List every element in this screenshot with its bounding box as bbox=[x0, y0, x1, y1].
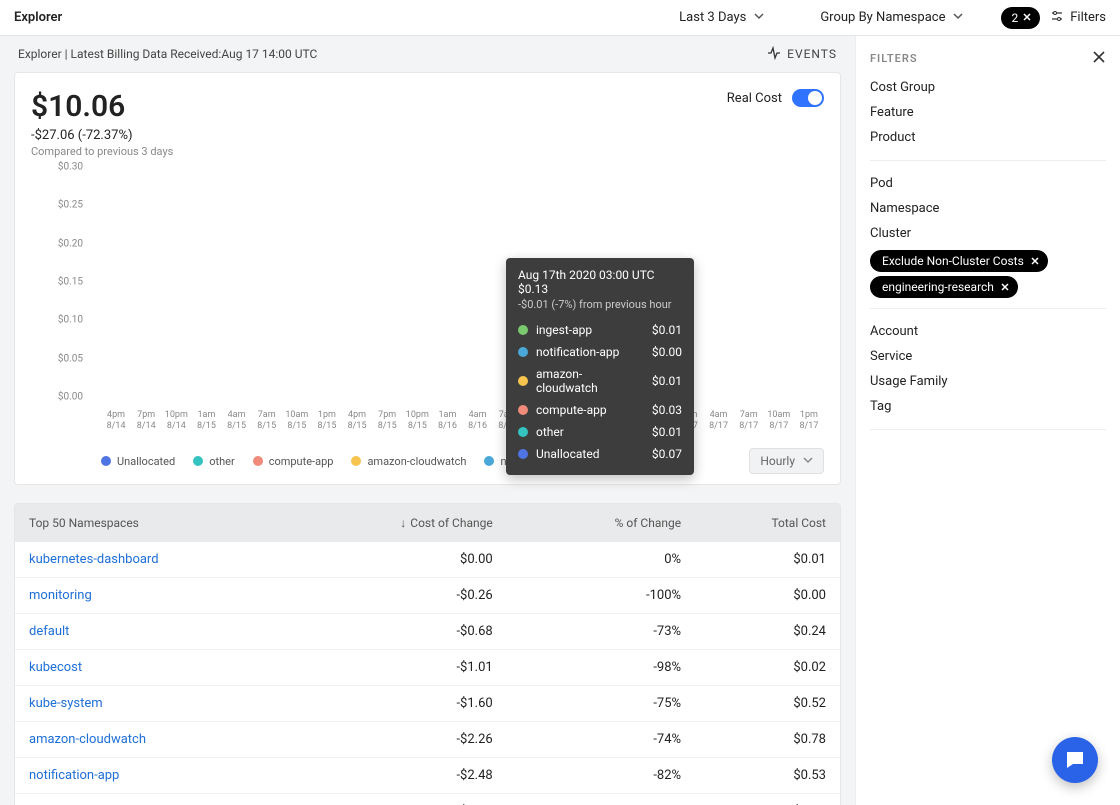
sort-down-icon: ↓ bbox=[400, 516, 406, 530]
cost-chart[interactable]: $0.00$0.05$0.10$0.15$0.20$0.25$0.30 4pm8… bbox=[31, 178, 824, 438]
table-title: Top 50 Namespaces bbox=[29, 516, 348, 530]
sliders-icon bbox=[1050, 9, 1064, 27]
namespaces-table: Top 50 Namespaces ↓ Cost of Change % of … bbox=[14, 503, 841, 805]
legend-item[interactable]: Unallocated bbox=[101, 455, 175, 468]
chart-legend: Unallocated other compute-app amazon-cloudw… bbox=[31, 448, 824, 474]
table-row: Unallocated-$2.72-33%$5.39 bbox=[15, 794, 840, 805]
chevron-down-icon bbox=[803, 454, 813, 468]
legend-item[interactable]: compute-app bbox=[253, 455, 334, 468]
col-cost-of-change[interactable]: ↓ Cost of Change bbox=[348, 516, 493, 530]
filter-count: 2 bbox=[1011, 11, 1018, 25]
table-row: kube-system-$1.60-75%$0.52 bbox=[15, 686, 840, 722]
time-range-value: Last 3 Days bbox=[679, 10, 746, 25]
real-cost-label: Real Cost bbox=[727, 91, 782, 106]
cost-card: Real Cost $10.06 -$27.06 (-72.37%) Compa… bbox=[14, 72, 841, 485]
billing-timestamp: Aug 17 14:00 UTC bbox=[221, 47, 317, 61]
namespace-link[interactable]: monitoring bbox=[29, 588, 348, 603]
filters-label: Filters bbox=[1070, 10, 1106, 25]
table-row: monitoring-$0.26-100%$0.00 bbox=[15, 578, 840, 614]
filter-item[interactable]: Usage Family bbox=[870, 369, 1106, 394]
close-icon bbox=[1022, 11, 1032, 25]
namespace-link[interactable]: kube-system bbox=[29, 696, 348, 711]
chevron-down-icon bbox=[953, 10, 963, 25]
table-row: kubecost-$1.01-98%$0.02 bbox=[15, 650, 840, 686]
time-range-select[interactable]: Last 3 Days bbox=[671, 6, 772, 29]
chart-tooltip: Aug 17th 2020 03:00 UTC $0.13 -$0.01 (-7… bbox=[506, 258, 694, 475]
col-total-cost[interactable]: Total Cost bbox=[681, 516, 826, 530]
namespace-link[interactable]: kubernetes-dashboard bbox=[29, 552, 348, 567]
pulse-icon bbox=[767, 46, 781, 63]
filter-item[interactable]: Namespace bbox=[870, 196, 1106, 221]
filter-item[interactable]: Feature bbox=[870, 100, 1106, 125]
namespace-link[interactable]: amazon-cloudwatch bbox=[29, 732, 348, 747]
total-cost: $10.06 bbox=[31, 89, 824, 124]
filter-item[interactable]: Tag bbox=[870, 394, 1106, 419]
close-filters-button[interactable] bbox=[1092, 50, 1106, 68]
chat-button[interactable] bbox=[1052, 737, 1098, 783]
events-button[interactable]: EVENTS bbox=[767, 46, 837, 63]
filters-panel: FILTERS Cost GroupFeatureProduct PodName… bbox=[855, 36, 1120, 805]
tooltip-total: $0.13 bbox=[518, 282, 682, 296]
table-row: notification-app-$2.48-82%$0.53 bbox=[15, 758, 840, 794]
cost-delta-sub: Compared to previous 3 days bbox=[31, 145, 824, 158]
group-by-select[interactable]: Group By Namespace bbox=[812, 6, 971, 29]
tooltip-delta: -$0.01 (-7%) from previous hour bbox=[518, 298, 682, 311]
x-axis-labels: 4pm8/147pm8/1410pm8/141am8/154am8/157am8… bbox=[101, 410, 824, 438]
granularity-select[interactable]: Hourly bbox=[749, 448, 824, 474]
table-row: kubernetes-dashboard$0.000%$0.01 bbox=[15, 542, 840, 578]
table-row: default-$0.68-73%$0.24 bbox=[15, 614, 840, 650]
cost-delta: -$27.06 (-72.37%) bbox=[31, 128, 824, 143]
events-label: EVENTS bbox=[787, 47, 837, 61]
filter-chip[interactable]: Exclude Non-Cluster Costs bbox=[870, 250, 1048, 272]
breadcrumb: Explorer | Latest Billing Data Received: bbox=[18, 47, 221, 61]
group-by-value: Group By Namespace bbox=[820, 10, 945, 25]
col-pct-of-change[interactable]: % of Change bbox=[493, 516, 681, 530]
legend-item[interactable]: other bbox=[193, 455, 235, 468]
legend-item[interactable]: amazon-cloudwatch bbox=[351, 455, 466, 468]
filter-item[interactable]: Pod bbox=[870, 171, 1106, 196]
filter-item[interactable]: Product bbox=[870, 125, 1106, 150]
tooltip-time: Aug 17th 2020 03:00 UTC bbox=[518, 268, 682, 282]
filters-button[interactable]: Filters bbox=[1050, 9, 1106, 27]
filter-item[interactable]: Cost Group bbox=[870, 75, 1106, 100]
y-axis-labels: $0.00$0.05$0.10$0.15$0.20$0.25$0.30 bbox=[31, 178, 91, 408]
namespace-link[interactable]: kubecost bbox=[29, 660, 348, 675]
filter-item[interactable]: Account bbox=[870, 319, 1106, 344]
real-cost-toggle[interactable] bbox=[792, 89, 824, 107]
namespace-link[interactable]: notification-app bbox=[29, 768, 348, 783]
active-filter-count-pill[interactable]: 2 bbox=[1001, 7, 1040, 29]
table-row: amazon-cloudwatch-$2.26-74%$0.78 bbox=[15, 722, 840, 758]
namespace-link[interactable]: default bbox=[29, 624, 348, 639]
filters-heading: FILTERS bbox=[870, 52, 1106, 65]
filter-item[interactable]: Service bbox=[870, 344, 1106, 369]
filter-chip[interactable]: engineering-research bbox=[870, 276, 1018, 298]
granularity-value: Hourly bbox=[760, 454, 795, 468]
chevron-down-icon bbox=[754, 10, 764, 25]
page-title: Explorer bbox=[14, 10, 62, 25]
filter-item[interactable]: Cluster bbox=[870, 221, 1106, 246]
